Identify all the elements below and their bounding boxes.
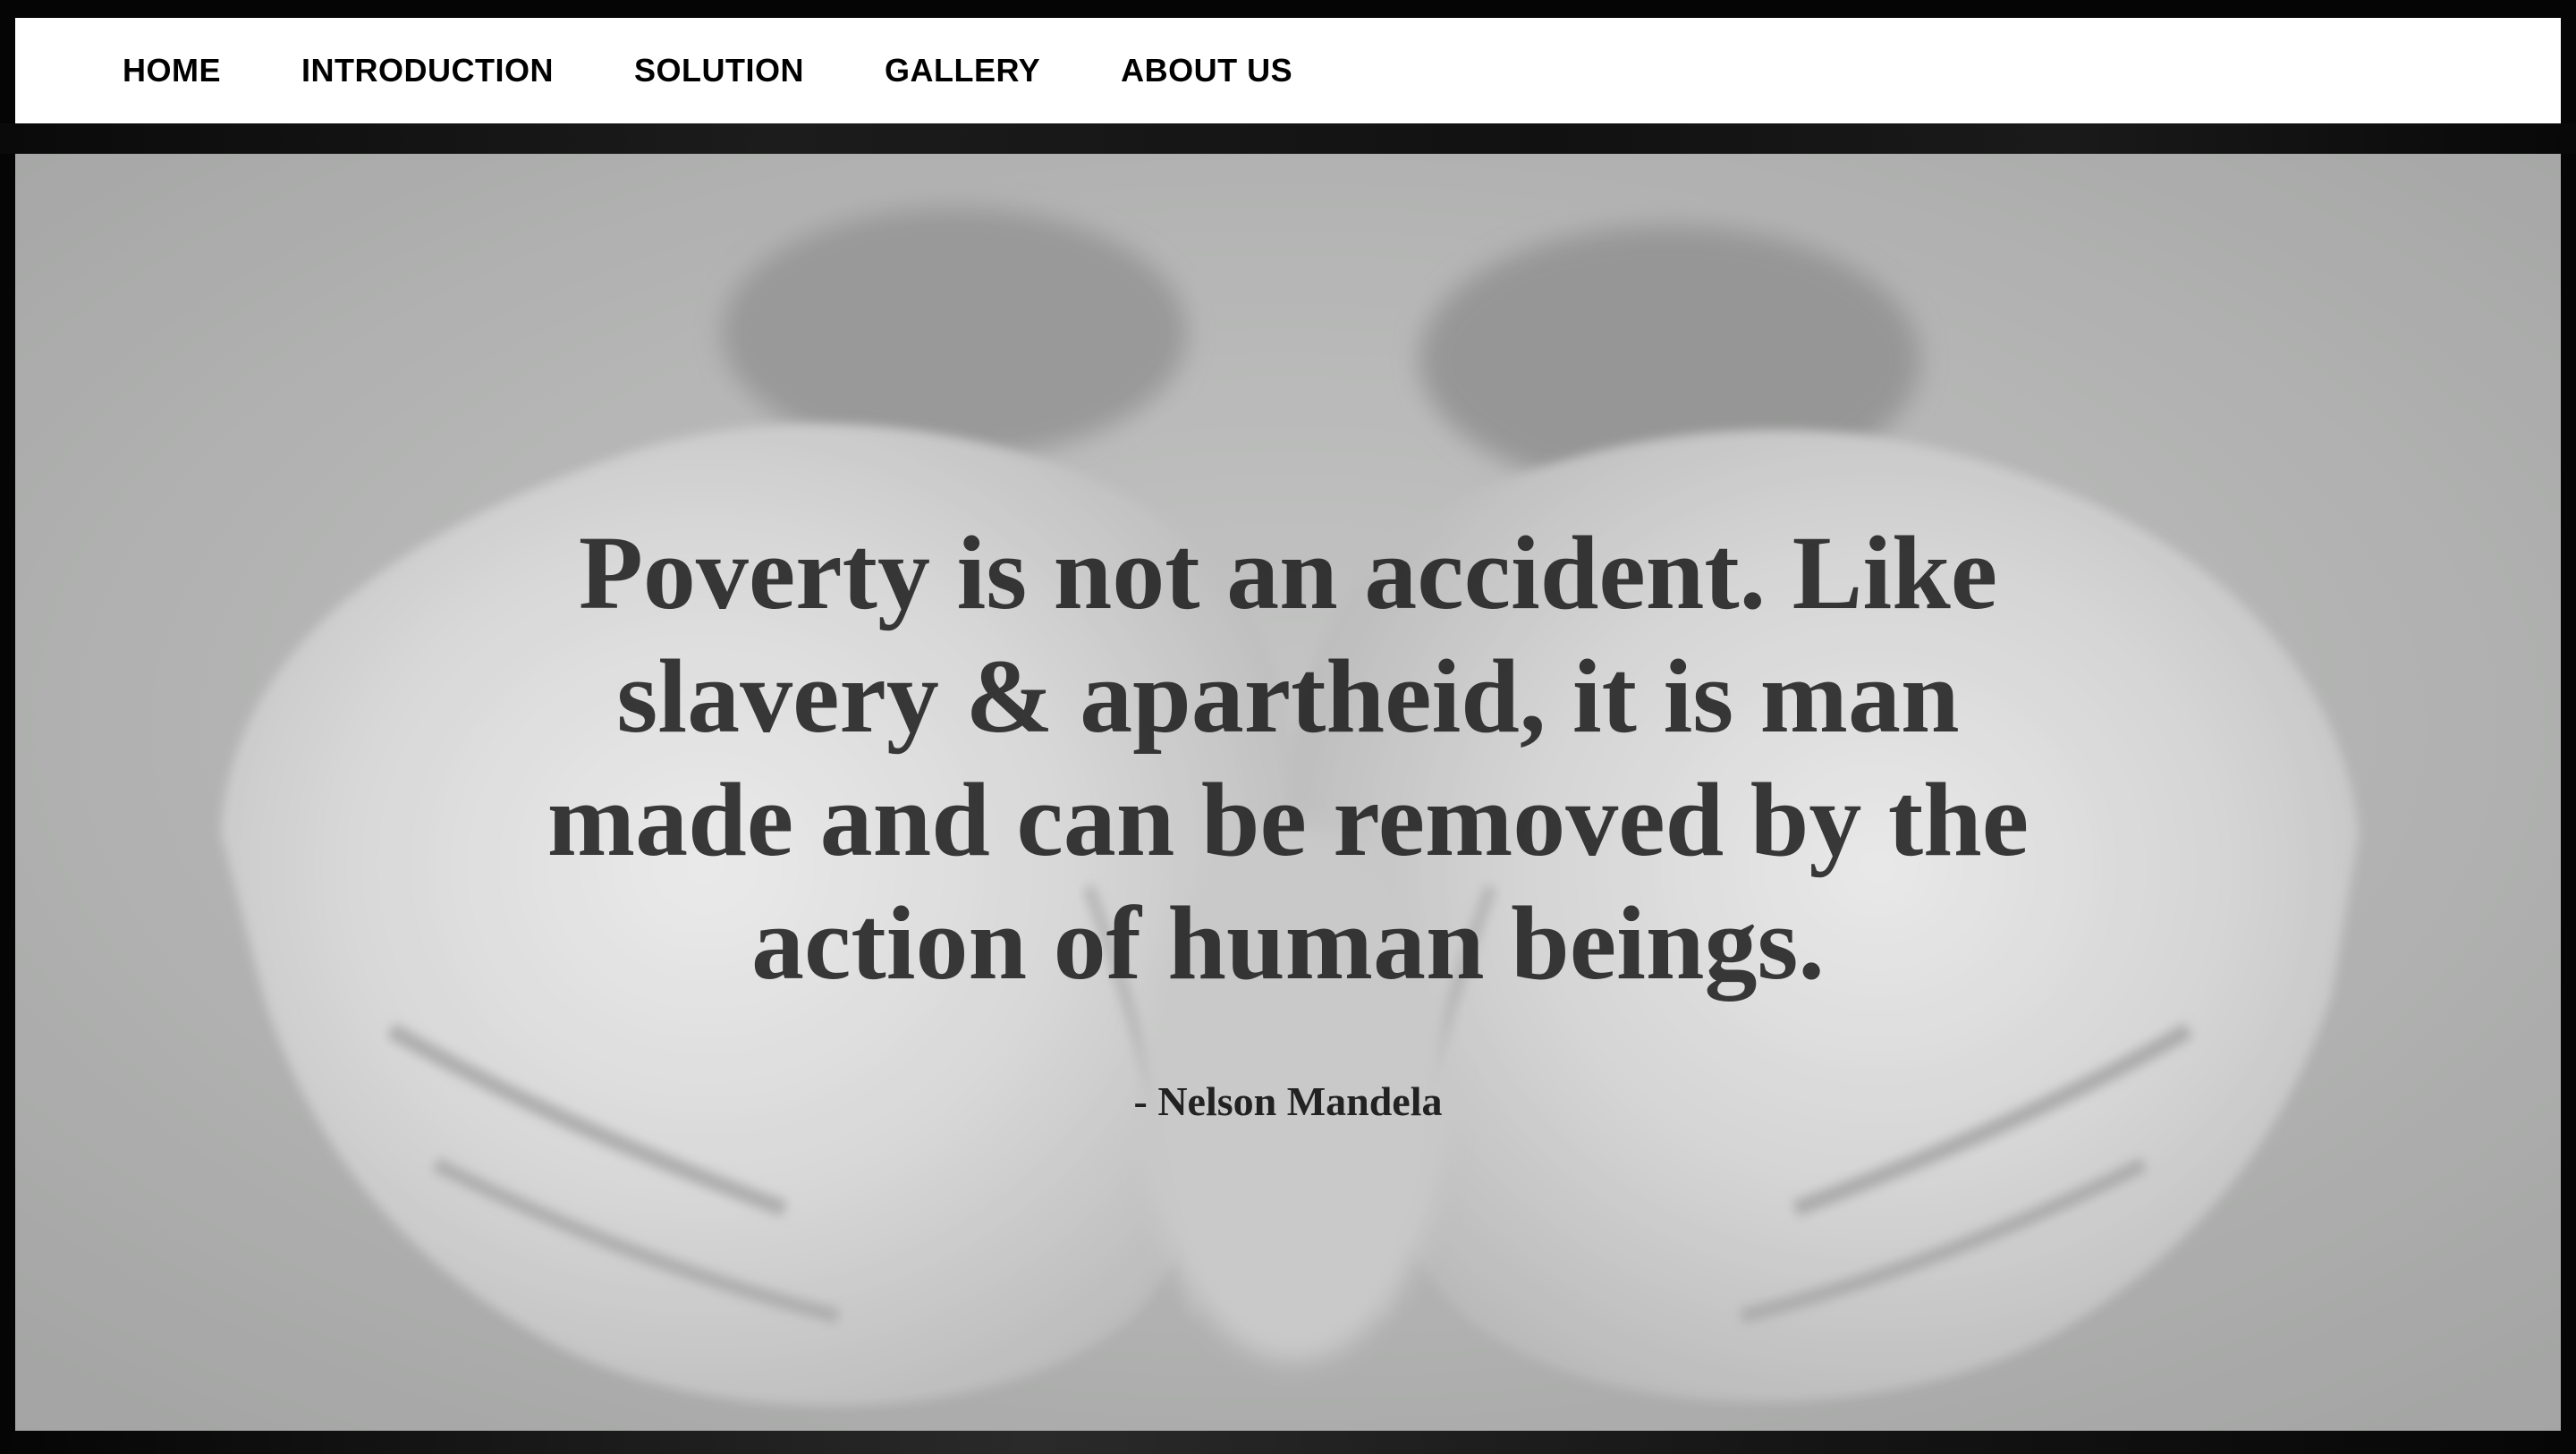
nav-item-gallery[interactable]: GALLERY <box>885 52 1040 89</box>
quote-block: Poverty is not an accident. Like slavery… <box>516 511 2060 1127</box>
quote-author: - Nelson Mandela <box>1133 1078 1443 1124</box>
quote-text: Poverty is not an accident. Like slavery… <box>547 514 2029 1002</box>
bottom-frame-strip <box>0 1431 2576 1454</box>
nav-divider-strip <box>0 123 2576 154</box>
nav-item-about-us[interactable]: ABOUT US <box>1121 52 1292 89</box>
nav-item-solution[interactable]: SOLUTION <box>634 52 804 89</box>
page: HOME INTRODUCTION SOLUTION GALLERY ABOUT… <box>0 0 2576 1454</box>
nav-item-introduction[interactable]: INTRODUCTION <box>301 52 554 89</box>
hero-section: Poverty is not an accident. Like slavery… <box>15 154 2561 1431</box>
nav-item-home[interactable]: HOME <box>123 52 221 89</box>
nav-menu: HOME INTRODUCTION SOLUTION GALLERY ABOUT… <box>15 18 1373 123</box>
top-navbar: HOME INTRODUCTION SOLUTION GALLERY ABOUT… <box>15 18 2561 123</box>
